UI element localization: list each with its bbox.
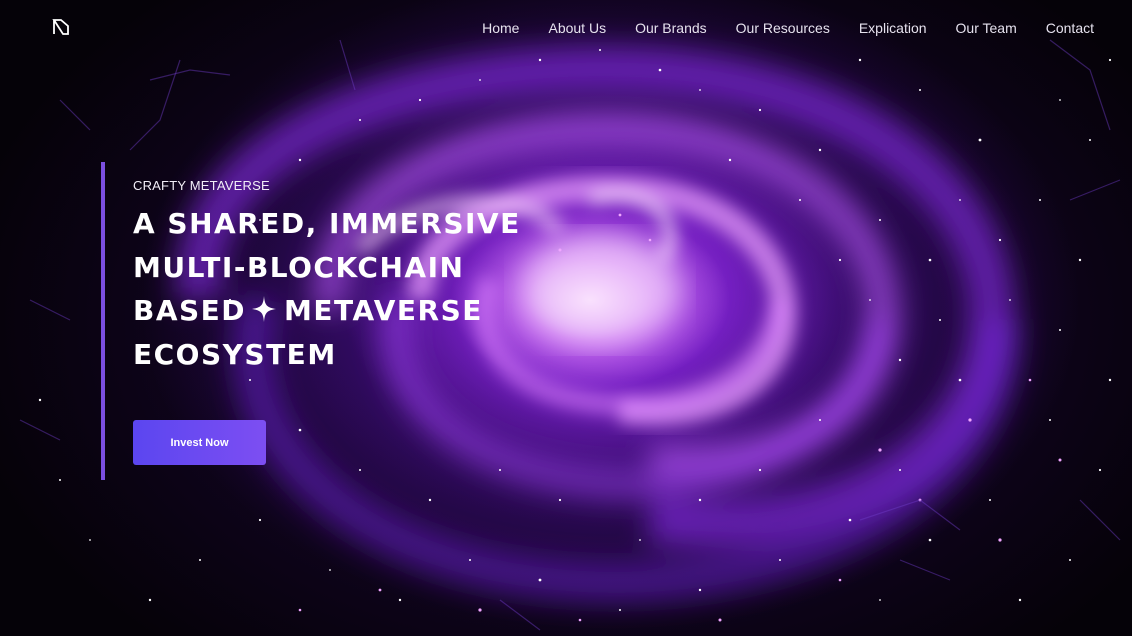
logo-mark-icon [52,19,69,35]
nav-our-resources[interactable]: Our Resources [736,20,830,36]
nav-home[interactable]: Home [482,20,519,36]
nav-our-team[interactable]: Our Team [956,20,1017,36]
main-nav: Home About Us Our Brands Our Resources E… [482,19,1094,38]
hero-eyebrow: CRAFTY METAVERSE [133,178,270,193]
hero-section: Home About Us Our Brands Our Resources E… [0,0,1132,636]
nav-explication[interactable]: Explication [859,20,927,36]
headline-line-3: BASED METAVERSE [133,289,521,333]
nav-about-us[interactable]: About Us [548,20,606,36]
sparkle-icon [252,296,277,322]
headline-line-4: ECOSYSTEM [133,337,337,371]
nav-our-brands[interactable]: Our Brands [635,20,707,36]
headline-line-3-start: BASED [133,294,247,327]
site-header: Home About Us Our Brands Our Resources E… [0,0,1132,56]
headline-line-3-end: METAVERSE [284,294,483,327]
logo-link[interactable] [52,18,70,36]
nav-contact[interactable]: Contact [1046,20,1094,36]
hero-content: CRAFTY METAVERSE A SHARED, IMMERSIVE MUL… [101,162,565,480]
headline-line-1: A SHARED, IMMERSIVE [133,207,521,240]
headline-line-2: MULTI-BLOCKCHAIN [133,250,465,284]
hero-headline: A SHARED, IMMERSIVE MULTI-BLOCKCHAIN BAS… [133,202,521,376]
invest-now-button[interactable]: Invest Now [133,420,266,465]
